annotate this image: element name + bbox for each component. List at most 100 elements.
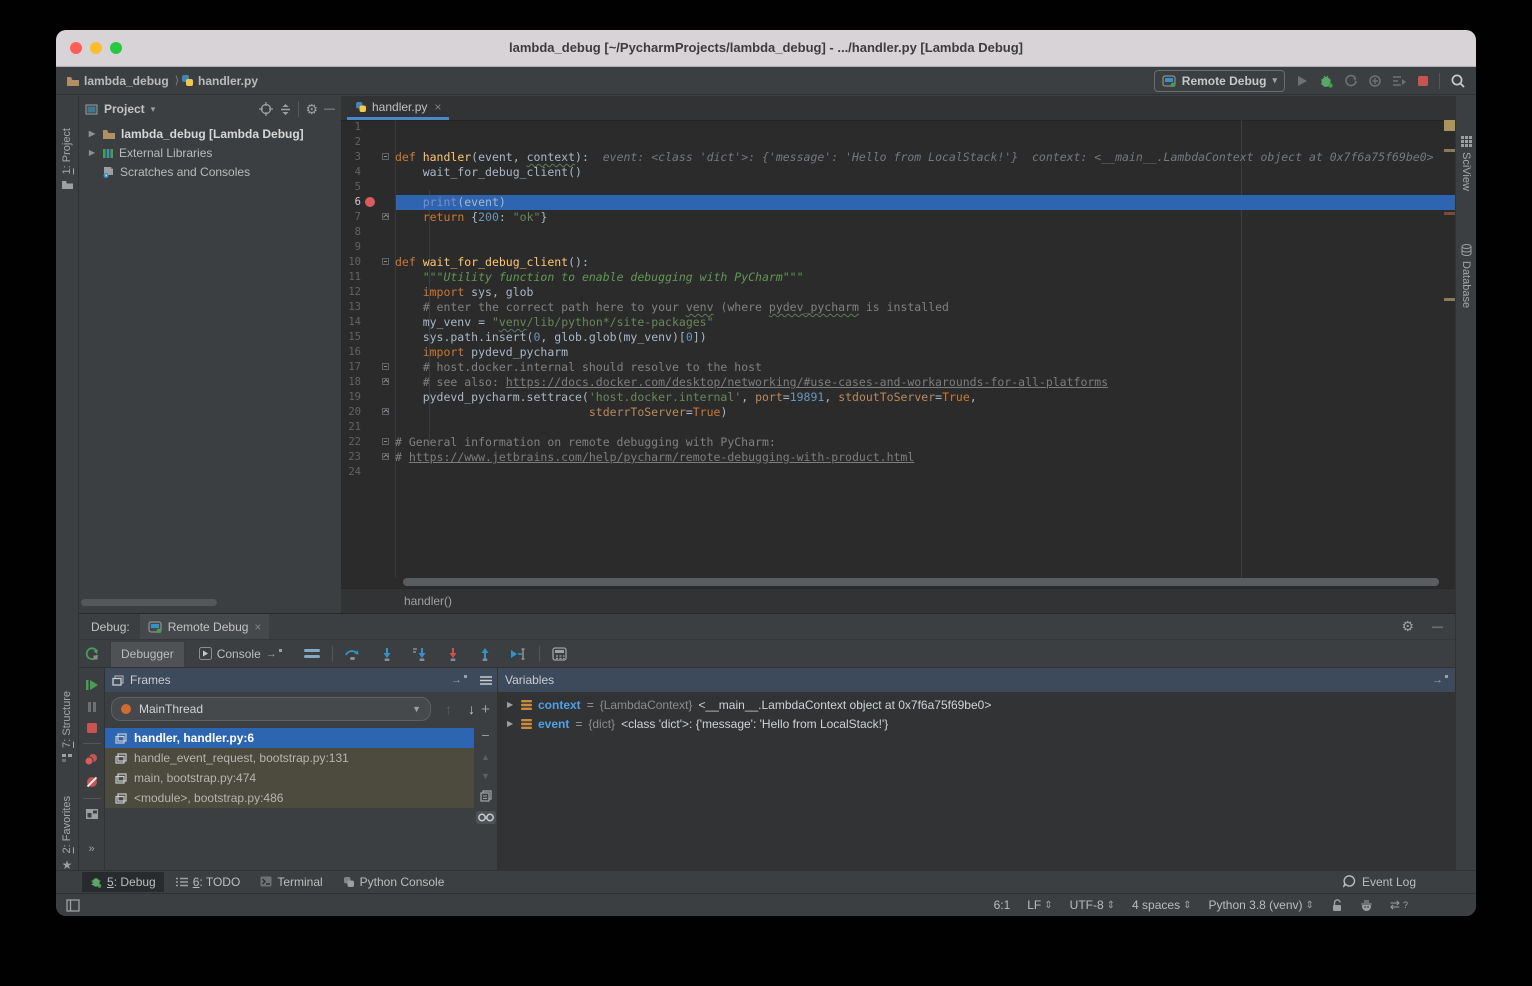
code-line[interactable]: 17 # host.docker.internal should resolve… xyxy=(341,360,1455,375)
event-log-button[interactable]: Event Log xyxy=(1343,875,1416,889)
move-watch-down-icon[interactable]: ▼ xyxy=(481,771,490,781)
force-step-into-icon[interactable] xyxy=(412,647,428,661)
breakpoint-dot[interactable] xyxy=(365,197,375,207)
fold-gutter[interactable] xyxy=(378,390,395,405)
collapse-all-icon[interactable] xyxy=(279,103,292,116)
fold-gutter[interactable] xyxy=(378,285,395,300)
toolwindow-tab-debug[interactable]: 5: Debug xyxy=(82,872,164,892)
fold-marker[interactable] xyxy=(382,408,389,415)
code-line[interactable]: 3def handler(event, context): event: <cl… xyxy=(341,150,1455,165)
tool-tab-project[interactable]: 1: Project xyxy=(56,128,78,190)
code-line[interactable]: 5 xyxy=(341,180,1455,195)
breakpoint-gutter[interactable] xyxy=(361,450,378,465)
breadcrumb-scope[interactable]: handler() xyxy=(404,594,452,608)
breakpoint-gutter[interactable] xyxy=(361,330,378,345)
coverage-button[interactable] xyxy=(1368,74,1382,88)
step-over-icon[interactable] xyxy=(344,647,362,661)
code-line[interactable]: 16 import pydevd_pycharm xyxy=(341,345,1455,360)
fold-marker[interactable] xyxy=(382,438,389,445)
stripe-file-status-mark[interactable] xyxy=(1444,120,1455,131)
lock-icon[interactable] xyxy=(1331,899,1343,912)
close-window-button[interactable] xyxy=(70,42,82,54)
add-watch-icon[interactable]: + xyxy=(481,701,490,718)
expand-arrow-icon[interactable]: ▶ xyxy=(507,700,515,709)
breakpoint-gutter[interactable] xyxy=(361,195,378,210)
run-anything-button[interactable] xyxy=(1392,75,1407,87)
fold-marker[interactable] xyxy=(382,213,389,220)
tool-tab-database[interactable]: Database xyxy=(1456,244,1476,308)
code-line[interactable]: 2 xyxy=(341,135,1455,150)
interpreter-widget[interactable]: Python 3.8 (venv)⇕ xyxy=(1208,898,1313,912)
code-line[interactable]: 1 xyxy=(341,120,1455,135)
breakpoint-gutter[interactable] xyxy=(361,300,378,315)
breakpoint-gutter[interactable] xyxy=(361,375,378,390)
profiler-button[interactable] xyxy=(1344,74,1358,88)
fold-gutter[interactable] xyxy=(378,270,395,285)
code-line[interactable]: 9 xyxy=(341,240,1455,255)
stack-frame[interactable]: <module>, bootstrap.py:486 xyxy=(105,788,474,808)
breakpoint-gutter[interactable] xyxy=(361,225,378,240)
code-line[interactable]: 11 """Utility function to enable debuggi… xyxy=(341,270,1455,285)
breakpoint-gutter[interactable] xyxy=(361,255,378,270)
rerun-icon[interactable] xyxy=(84,646,100,662)
breakpoint-gutter[interactable] xyxy=(361,315,378,330)
code-line[interactable]: 6 print(event) xyxy=(341,195,1455,210)
code-line[interactable]: 23# https://www.jetbrains.com/help/pycha… xyxy=(341,450,1455,465)
run-button[interactable] xyxy=(1295,74,1309,88)
code-area[interactable]: 123def handler(event, context): event: <… xyxy=(341,120,1455,578)
code-line[interactable]: 4 wait_for_debug_client() xyxy=(341,165,1455,180)
breakpoint-gutter[interactable] xyxy=(361,165,378,180)
fold-gutter[interactable] xyxy=(378,450,395,465)
breakpoint-gutter[interactable] xyxy=(361,465,378,480)
fold-gutter[interactable] xyxy=(378,240,395,255)
duplicate-watch-icon[interactable] xyxy=(480,790,492,802)
fold-gutter[interactable] xyxy=(378,435,395,450)
line-separator-widget[interactable]: LF⇕ xyxy=(1027,898,1052,912)
expand-arrow-icon[interactable]: ▶ xyxy=(87,148,97,157)
evaluate-expression-icon[interactable] xyxy=(552,647,567,661)
toolwindow-tab-todo[interactable]: 6: TODO xyxy=(168,872,249,892)
code-line[interactable]: 10def wait_for_debug_client(): xyxy=(341,255,1455,270)
show-watches-in-variables-icon[interactable] xyxy=(476,811,496,824)
code-line[interactable]: 22# General information on remote debugg… xyxy=(341,435,1455,450)
fold-gutter[interactable] xyxy=(378,315,395,330)
breakpoint-gutter[interactable] xyxy=(361,345,378,360)
breakpoint-gutter[interactable] xyxy=(361,390,378,405)
locate-file-icon[interactable] xyxy=(259,102,273,116)
fold-marker[interactable] xyxy=(382,153,389,160)
code-line[interactable]: 24 xyxy=(341,465,1455,480)
breakpoint-gutter[interactable] xyxy=(361,150,378,165)
code-line[interactable]: 19 pydevd_pycharm.settrace('host.docker.… xyxy=(341,390,1455,405)
pause-program-icon[interactable] xyxy=(86,701,98,713)
view-breakpoints-icon[interactable] xyxy=(84,753,99,766)
toolwindow-tab-python-console[interactable]: Python Console xyxy=(335,872,453,892)
tab-debugger[interactable]: Debugger xyxy=(110,641,185,667)
thread-selector[interactable]: MainThread ▼ xyxy=(111,697,431,721)
code-line[interactable]: 15 sys.path.insert(0, glob.glob(my_venv)… xyxy=(341,330,1455,345)
variable-row[interactable]: ▶context={LambdaContext}<__main__.Lambda… xyxy=(498,695,1455,714)
fold-marker[interactable] xyxy=(382,258,389,265)
debug-session-tab[interactable]: Remote Debug × xyxy=(140,614,270,639)
step-out-icon[interactable] xyxy=(478,647,492,661)
editor-tab-handler-py[interactable]: handler.py × xyxy=(347,96,449,120)
breakpoint-gutter[interactable] xyxy=(361,270,378,285)
tree-item[interactable]: ▶External Libraries xyxy=(79,143,341,162)
code-line[interactable]: 8 xyxy=(341,225,1455,240)
update-status-icon[interactable]: ⇄? xyxy=(1390,898,1408,912)
code-line[interactable]: 13 # enter the correct path here to your… xyxy=(341,300,1455,315)
minimize-window-button[interactable] xyxy=(90,42,102,54)
breakpoint-gutter[interactable] xyxy=(361,405,378,420)
step-out-of-code-block-icon[interactable] xyxy=(446,647,460,661)
debug-button[interactable] xyxy=(1319,74,1334,88)
project-panel-title[interactable]: Project xyxy=(104,102,145,116)
fold-gutter[interactable] xyxy=(378,420,395,435)
breadcrumb-file[interactable]: handler.py xyxy=(198,74,258,88)
code-line[interactable]: 12 import sys, glob xyxy=(341,285,1455,300)
breakpoint-gutter[interactable] xyxy=(361,435,378,450)
tool-tab-sciview[interactable]: SciView xyxy=(1456,136,1476,191)
tree-item[interactable]: ▶lambda_debug [Lambda Debug] xyxy=(79,124,341,143)
fold-gutter[interactable] xyxy=(378,180,395,195)
code-line[interactable]: 14 my_venv = "venv/lib/python*/site-pack… xyxy=(341,315,1455,330)
tool-tab-favorites[interactable]: 2: Favorites ★ xyxy=(56,796,78,872)
resume-program-icon[interactable] xyxy=(85,678,99,692)
